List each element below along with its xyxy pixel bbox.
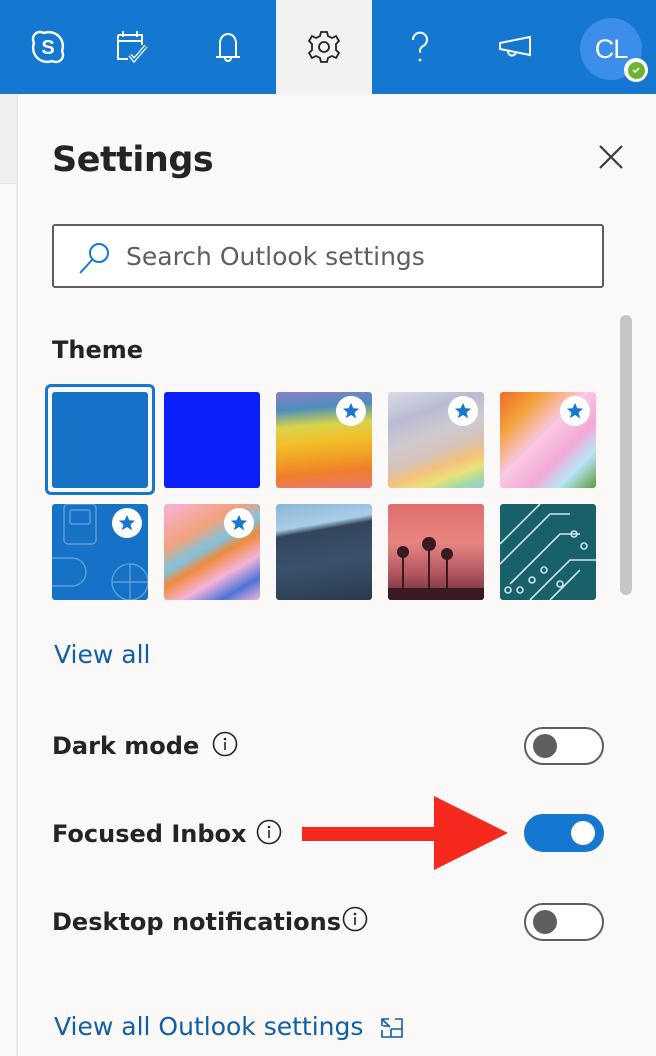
star-icon xyxy=(118,514,136,531)
theme-tile-dark-blue[interactable] xyxy=(164,392,260,488)
avatar-initials: CL xyxy=(594,33,629,64)
desktop-notifications-toggle[interactable] xyxy=(524,903,604,941)
star-icon xyxy=(342,402,360,419)
info-icon[interactable] xyxy=(212,731,238,757)
star-icon xyxy=(230,514,248,531)
desktop-notifications-label: Desktop notifications xyxy=(52,908,341,936)
premium-star-badge xyxy=(560,396,590,426)
top-bar: S CL xyxy=(0,0,656,94)
theme-tile-circuit-board[interactable] xyxy=(500,504,596,600)
theme-tile-ribbons[interactable] xyxy=(388,392,484,488)
focused-inbox-label: Focused Inbox xyxy=(52,820,247,848)
toggle-knob xyxy=(533,734,557,758)
skype-icon: S xyxy=(31,30,65,64)
star-icon xyxy=(566,402,584,419)
theme-tile-mountain[interactable] xyxy=(276,504,372,600)
theme-tile-unicorn[interactable] xyxy=(500,392,596,488)
theme-tile-school-supplies[interactable] xyxy=(52,504,148,600)
whats-new-button[interactable] xyxy=(468,0,564,94)
calendar-check-icon xyxy=(117,31,148,64)
search-box[interactable] xyxy=(52,224,604,288)
theme-tile-rainbow-waves[interactable] xyxy=(276,392,372,488)
focused-inbox-toggle[interactable] xyxy=(524,814,604,852)
presence-badge xyxy=(624,58,648,82)
bell-icon xyxy=(216,33,240,62)
help-button[interactable] xyxy=(372,0,468,94)
circuit-pattern xyxy=(500,504,596,600)
skype-button[interactable]: S xyxy=(0,0,96,94)
view-all-themes-link[interactable]: View all xyxy=(54,640,150,669)
gear-icon xyxy=(307,31,341,63)
toggle-knob xyxy=(533,910,557,934)
open-in-new-window-icon[interactable] xyxy=(381,1018,403,1038)
svg-text:S: S xyxy=(41,37,54,59)
megaphone-icon xyxy=(499,35,531,57)
search-input[interactable] xyxy=(126,234,586,278)
info-icon[interactable] xyxy=(342,906,368,932)
page-title: Settings xyxy=(52,140,214,180)
dark-mode-label: Dark mode xyxy=(52,732,200,760)
background-app-edge xyxy=(0,94,18,1056)
search-icon xyxy=(79,243,109,274)
palm-silhouette xyxy=(388,537,484,600)
star-icon xyxy=(454,402,472,419)
theme-tile-blue[interactable] xyxy=(52,392,148,488)
theme-label: Theme xyxy=(52,336,144,364)
dark-mode-toggle[interactable] xyxy=(524,727,604,765)
question-icon xyxy=(411,31,428,62)
close-button[interactable] xyxy=(594,140,628,174)
settings-button[interactable] xyxy=(276,0,372,94)
notifications-button[interactable] xyxy=(180,0,276,94)
view-all-outlook-settings-link[interactable]: View all Outlook settings xyxy=(54,1012,363,1041)
theme-tile-board-game[interactable] xyxy=(164,504,260,600)
annotation-arrow xyxy=(302,796,508,870)
close-icon xyxy=(599,145,623,169)
premium-star-badge xyxy=(448,396,478,426)
my-day-button[interactable] xyxy=(84,0,180,94)
checkmark-icon xyxy=(632,67,640,74)
premium-star-badge xyxy=(336,396,366,426)
info-icon[interactable] xyxy=(256,819,282,845)
toggle-knob xyxy=(571,821,595,845)
theme-tile-palm-sunset[interactable] xyxy=(388,504,484,600)
premium-star-badge xyxy=(112,508,142,538)
premium-star-badge xyxy=(224,508,254,538)
panel-scrollbar[interactable] xyxy=(620,315,632,595)
